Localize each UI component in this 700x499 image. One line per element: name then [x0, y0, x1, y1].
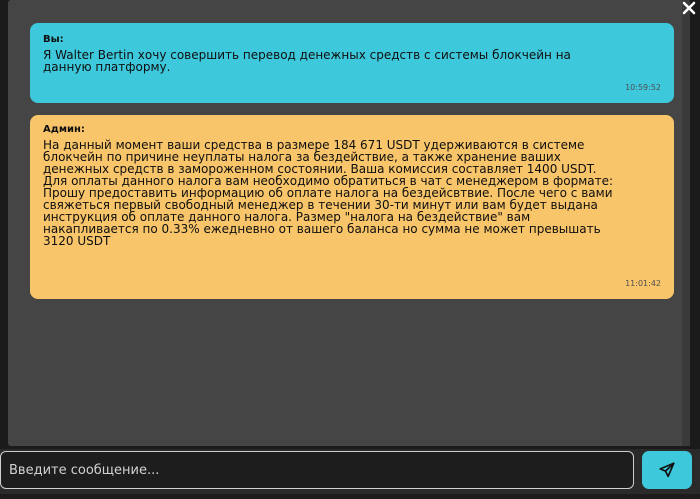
message-text: Я Walter Bertin хочу совершить перевод д…: [43, 49, 662, 73]
message-line: данную платформу.: [43, 60, 171, 74]
message-timestamp: 11:01:42: [625, 279, 661, 288]
input-bar: [0, 449, 700, 499]
message-text: На данный момент ваши средства в размере…: [43, 139, 662, 247]
send-icon: [659, 462, 675, 478]
bottom-border: [0, 494, 700, 499]
message-bubble-admin: Админ: На данный момент ваши средства в …: [30, 115, 674, 299]
chat-window: Вы: Я Walter Bertin хочу совершить перев…: [8, 0, 690, 446]
close-button[interactable]: [678, 0, 700, 18]
message-line: 3120 USDT: [43, 234, 111, 248]
message-sender: Вы:: [43, 34, 64, 45]
message-timestamp: 10:59:52: [625, 83, 661, 92]
close-icon: [682, 1, 696, 15]
scrollbar[interactable]: [682, 0, 690, 446]
message-sender: Админ:: [43, 124, 85, 135]
send-button[interactable]: [642, 451, 692, 489]
message-input[interactable]: [0, 451, 634, 489]
message-line: накапливается по 0.33% ежедневно от ваше…: [43, 222, 601, 236]
message-bubble-user: Вы: Я Walter Bertin хочу совершить перев…: [30, 23, 674, 103]
